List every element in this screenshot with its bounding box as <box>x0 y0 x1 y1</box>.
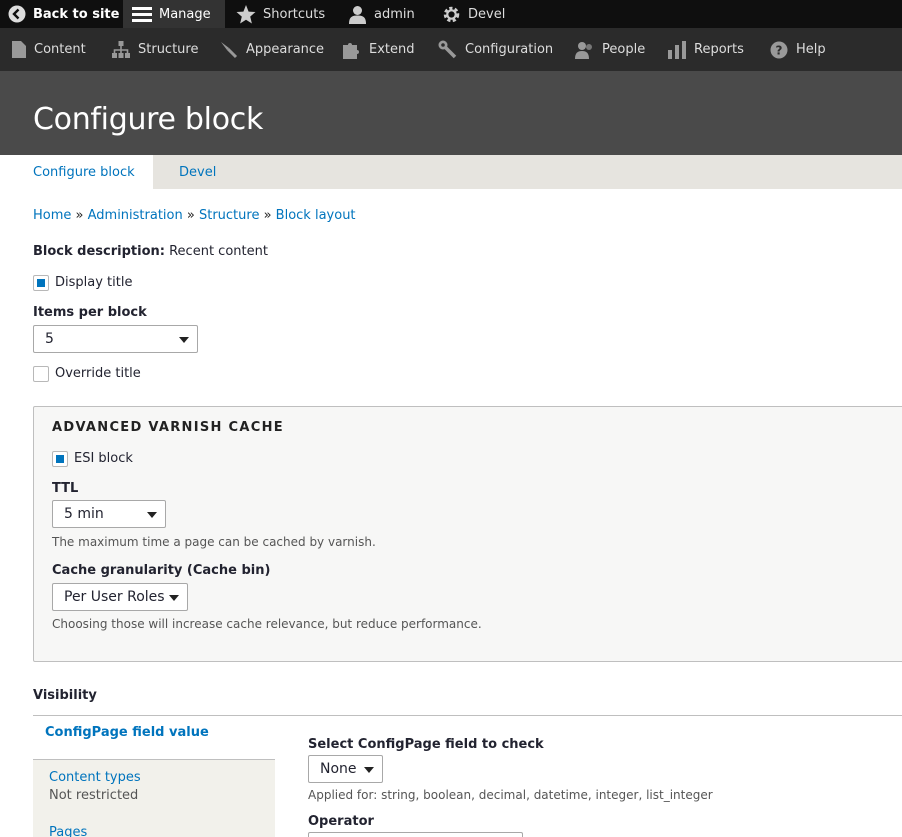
cache-granularity-label: Cache granularity (Cache bin) <box>52 563 271 578</box>
tab-configure-block[interactable]: Configure block <box>0 155 153 189</box>
ttl-help: The maximum time a page can be cached by… <box>52 535 376 549</box>
wrench-icon <box>438 40 457 59</box>
esi-block-label: ESI block <box>74 451 133 466</box>
menu-icon <box>132 7 152 22</box>
varnish-legend: ADVANCED VARNISH CACHE <box>52 420 284 435</box>
menu-item-label: Extend <box>369 42 415 57</box>
star-icon <box>236 4 256 23</box>
configpage-field-help: Applied for: string, boolean, decimal, d… <box>308 788 713 802</box>
admin-toolbar: Back to site Manage Shortcuts admin Deve… <box>0 0 902 28</box>
ttl-select[interactable]: 5 min <box>52 500 166 528</box>
devel-label: Devel <box>468 6 506 22</box>
sitemap-icon <box>112 41 130 58</box>
cache-granularity-value: Per User Roles <box>64 589 165 605</box>
cache-granularity-help: Choosing those will increase cache relev… <box>52 617 482 631</box>
configpage-field-value: None <box>320 761 357 777</box>
menu-item-structure[interactable]: Structure <box>112 28 198 71</box>
override-title-label: Override title <box>55 366 141 381</box>
help-icon: ? <box>770 41 788 58</box>
page-title: Configure block <box>33 102 264 137</box>
gear-icon <box>443 6 460 22</box>
ttl-value: 5 min <box>64 506 104 522</box>
block-description-value: Recent content <box>169 244 268 259</box>
shortcuts-label: Shortcuts <box>263 6 326 22</box>
manage-tab[interactable]: Manage <box>123 0 225 28</box>
back-arrow-icon <box>8 5 26 23</box>
menu-item-label: Structure <box>138 42 199 57</box>
svg-text:?: ? <box>776 43 783 57</box>
menu-item-content[interactable]: Content <box>12 28 86 71</box>
menu-item-people[interactable]: People <box>575 28 645 71</box>
paintbrush-icon <box>221 41 238 58</box>
devel-tab[interactable]: Devel <box>442 0 505 28</box>
shortcuts-tab[interactable]: Shortcuts <box>236 0 325 28</box>
puzzle-icon <box>343 42 359 59</box>
items-per-block-value: 5 <box>45 331 54 347</box>
menu-item-label: Help <box>796 42 826 57</box>
breadcrumb-structure[interactable]: Structure <box>199 208 259 223</box>
items-per-block-select[interactable]: 5 <box>33 325 198 353</box>
configpage-field-label: Select ConfigPage field to check <box>308 737 544 752</box>
configpage-field-select[interactable]: None <box>308 755 383 783</box>
manage-label: Manage <box>159 6 211 22</box>
user-tab[interactable]: admin <box>348 0 415 28</box>
user-icon <box>349 5 366 24</box>
visibility-title: Visibility <box>33 688 97 703</box>
menu-item-help[interactable]: ? Help <box>770 28 826 71</box>
menu-item-label: People <box>602 42 646 57</box>
chevron-down-icon <box>179 337 189 343</box>
display-title-label: Display title <box>55 275 133 290</box>
back-to-site-label: Back to site <box>33 6 120 22</box>
menu-item-reports[interactable]: Reports <box>668 28 744 71</box>
operator-select[interactable] <box>308 832 523 837</box>
page-header: Configure block <box>0 71 902 155</box>
esi-block-checkbox[interactable] <box>52 451 68 467</box>
menu-item-label: Configuration <box>465 42 554 57</box>
menu-item-label: Appearance <box>246 42 325 57</box>
chevron-down-icon <box>169 595 179 601</box>
menu-item-extend[interactable]: Extend <box>343 28 415 71</box>
breadcrumb-block-layout[interactable]: Block layout <box>276 208 356 223</box>
admin-menu: Content Structure Appearance Extend Conf… <box>0 28 902 71</box>
document-icon <box>12 41 26 58</box>
user-label: admin <box>374 6 415 22</box>
tab-devel[interactable]: Devel <box>179 155 216 189</box>
display-title-checkbox[interactable] <box>33 275 49 291</box>
menu-item-configuration[interactable]: Configuration <box>438 28 553 71</box>
chevron-down-icon <box>364 767 374 773</box>
breadcrumb-home[interactable]: Home <box>33 208 71 223</box>
items-per-block-label: Items per block <box>33 305 147 320</box>
menu-item-label: Reports <box>694 42 744 57</box>
breadcrumb-administration[interactable]: Administration <box>88 208 183 223</box>
block-description-label: Block description: <box>33 244 165 259</box>
people-icon <box>575 41 592 59</box>
bar-chart-icon <box>668 40 686 59</box>
chevron-down-icon <box>147 512 157 518</box>
block-description: Block description: Recent content <box>33 244 268 259</box>
breadcrumb: Home » Administration » Structure » Bloc… <box>33 208 356 223</box>
vertical-tab-configpage[interactable]: ConfigPage field value <box>45 725 209 740</box>
vertical-tab-content-types-summary: Not restricted <box>49 788 139 803</box>
menu-item-appearance[interactable]: Appearance <box>219 28 324 71</box>
override-title-checkbox[interactable] <box>33 366 49 382</box>
primary-tabs: Configure block Devel <box>0 155 902 189</box>
back-to-site-link[interactable]: Back to site <box>8 0 119 28</box>
operator-label: Operator <box>308 814 374 829</box>
vertical-tab-content-types[interactable]: Content types <box>49 770 141 785</box>
cache-granularity-select[interactable]: Per User Roles <box>52 583 188 611</box>
vertical-tab-pages[interactable]: Pages <box>49 825 87 837</box>
menu-item-label: Content <box>34 42 86 57</box>
ttl-label: TTL <box>52 481 79 496</box>
